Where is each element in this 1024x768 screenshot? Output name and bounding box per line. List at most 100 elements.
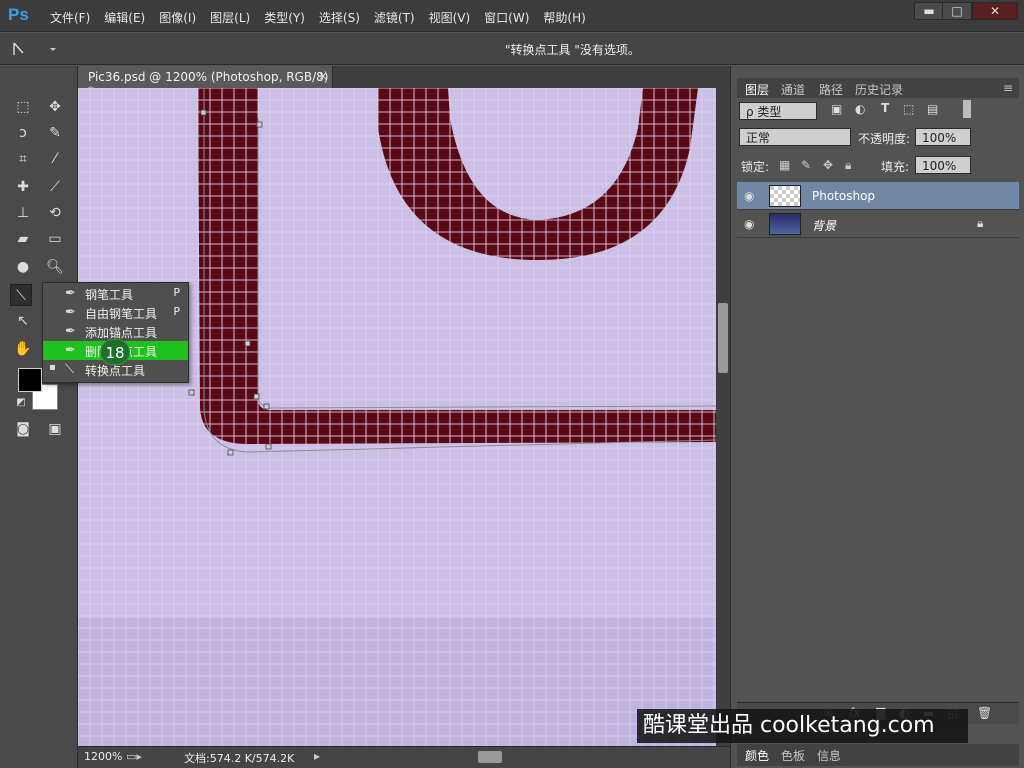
- layer-name: 背景: [812, 219, 837, 233]
- menu-select[interactable]: 选择(S): [319, 9, 360, 26]
- vertical-scrollbar[interactable]: [716, 88, 730, 746]
- clone-stamp-tool-icon[interactable]: ⊥: [12, 202, 34, 224]
- brush-tool-icon[interactable]: ⟋: [44, 176, 66, 198]
- options-message: "转换点工具 "没有选项。: [505, 43, 640, 57]
- blur-tool-icon[interactable]: ●: [12, 256, 34, 278]
- layer-row-photoshop[interactable]: ◉ Photoshop: [737, 182, 1019, 210]
- layers-panel-tabs: 图层 通道 路径 历史记录 ≡: [737, 78, 1019, 98]
- filter-adjustment-icon[interactable]: ◐: [855, 102, 865, 116]
- menu-layer[interactable]: 图层(L): [210, 9, 250, 26]
- dodge-tool-icon[interactable]: 🔍︎: [44, 256, 66, 278]
- delete-anchor-icon: ✒: [65, 343, 76, 358]
- status-bar: 1200% ▭▸ 文档:574.2 K/574.2K ▸: [78, 746, 730, 768]
- lock-all-icon[interactable]: 🔒︎: [845, 158, 851, 173]
- layer-name: Photoshop: [812, 189, 876, 203]
- flyout-label: 添加锚点工具: [85, 326, 158, 340]
- color-panel-tabs: 颜色 色板 信息: [737, 744, 1019, 766]
- status-options-icon[interactable]: ▭▸: [126, 750, 142, 763]
- menu-file[interactable]: 文件(F): [50, 9, 90, 26]
- document-tab[interactable]: Pic36.psd @ 1200% (Photoshop, RGB/8) * ×: [78, 66, 333, 98]
- opacity-field[interactable]: 100%: [915, 128, 971, 146]
- gradient-tool-icon[interactable]: ▭: [44, 228, 66, 250]
- filter-pixel-icon[interactable]: ▣: [831, 102, 842, 116]
- layer-thumbnail: [769, 213, 801, 235]
- minimize-button[interactable]: ▬: [914, 2, 944, 20]
- add-anchor-icon: ✒: [65, 324, 76, 339]
- lock-label: 锁定:: [741, 160, 770, 174]
- quick-mask-icon[interactable]: ◙: [12, 418, 34, 440]
- menu-edit[interactable]: 编辑(E): [104, 9, 145, 26]
- lock-transparent-icon[interactable]: ▦: [779, 158, 790, 172]
- right-panel-dock: 图层 通道 路径 历史记录 ≡ ρ 类型 ▣ ◐ T ⬚ ▤ 正常 不透明度: …: [730, 66, 1024, 768]
- flyout-item-pen[interactable]: ✒ 钢笔工具 P: [43, 284, 188, 303]
- marquee-tool-icon[interactable]: ⬚: [12, 96, 34, 118]
- tool-preset-picker[interactable]: [8, 39, 63, 59]
- flyout-shortcut: P: [173, 305, 180, 318]
- close-button[interactable]: ✕: [972, 2, 1018, 20]
- flyout-item-freeform-pen[interactable]: ✒ 自由钢笔工具 P: [43, 303, 188, 322]
- filter-type-icon[interactable]: T: [881, 101, 889, 115]
- menu-view[interactable]: 视图(V): [429, 9, 471, 26]
- tab-close-icon[interactable]: ×: [318, 69, 328, 83]
- tab-paths[interactable]: 路径: [819, 81, 843, 98]
- zoom-level-field[interactable]: 1200%: [84, 750, 122, 763]
- tab-swatches[interactable]: 色板: [781, 747, 805, 764]
- eraser-tool-icon[interactable]: ▰: [12, 228, 34, 250]
- visibility-eye-icon[interactable]: ◉: [744, 189, 758, 203]
- default-colors-icon[interactable]: ◩: [10, 392, 32, 414]
- status-menu-arrow-icon[interactable]: ▸: [314, 749, 320, 763]
- menu-items: 文件(F) 编辑(E) 图像(I) 图层(L) 类型(Y) 选择(S) 滤镜(T…: [50, 9, 600, 26]
- flyout-label: 钢笔工具: [85, 288, 134, 302]
- horizontal-scroll-thumb[interactable]: [478, 751, 502, 763]
- panel-menu-icon[interactable]: ≡: [1003, 81, 1013, 95]
- visibility-eye-icon[interactable]: ◉: [744, 217, 758, 231]
- filter-smart-object-icon[interactable]: ▤: [927, 102, 938, 116]
- pen-icon: ✒: [65, 286, 76, 301]
- healing-brush-tool-icon[interactable]: ✚: [12, 176, 34, 198]
- flyout-label: 自由钢笔工具: [85, 307, 158, 321]
- quick-select-tool-icon[interactable]: ✎: [44, 122, 66, 144]
- tab-color[interactable]: 颜色: [745, 747, 769, 764]
- move-tool-icon[interactable]: ✥: [44, 96, 66, 118]
- options-bar: "转换点工具 "没有选项。: [0, 33, 1024, 65]
- pen-tool-group-icon[interactable]: ⟍: [10, 284, 32, 306]
- lock-image-icon[interactable]: ✎: [801, 158, 811, 172]
- screen-mode-icon[interactable]: ▣: [44, 418, 66, 440]
- layer-lock-icon: 🔒︎: [977, 216, 984, 230]
- foreground-color-swatch[interactable]: [18, 368, 42, 392]
- opacity-label: 不透明度:: [858, 132, 911, 146]
- convert-point-icon: ⟍: [65, 362, 75, 377]
- layer-row-background[interactable]: ◉ 背景 🔒︎: [737, 210, 1019, 238]
- layer-filter-select[interactable]: ρ 类型: [739, 102, 817, 120]
- menu-image[interactable]: 图像(I): [159, 9, 196, 26]
- menu-type[interactable]: 类型(Y): [264, 9, 305, 26]
- vertical-scroll-thumb[interactable]: [718, 303, 728, 373]
- lasso-tool-icon[interactable]: ↄ: [12, 122, 34, 144]
- delete-layer-icon[interactable]: 🗑︎: [977, 706, 992, 720]
- crop-tool-icon[interactable]: ⌗: [12, 148, 34, 170]
- document-tab-bar: Pic36.psd @ 1200% (Photoshop, RGB/8) * ×: [78, 66, 730, 98]
- filter-shape-icon[interactable]: ⬚: [903, 102, 914, 116]
- path-selection-tool-icon[interactable]: ↖: [12, 310, 34, 332]
- toolbox: ⬚ ✥ ↄ ✎ ⌗ ⁄ ✚ ⟋ ⊥ ⟲ ▰ ▭ ● 🔍︎ ⟍ ↖ ✋ ◩ ◙ ▣: [0, 66, 78, 768]
- tab-channels[interactable]: 通道: [781, 81, 805, 98]
- maximize-button[interactable]: □: [942, 2, 972, 20]
- tab-history[interactable]: 历史记录: [855, 81, 903, 98]
- document-size-info: 文档:574.2 K/574.2K: [184, 752, 295, 765]
- document-canvas[interactable]: [78, 88, 716, 746]
- menu-filter[interactable]: 滤镜(T): [374, 9, 415, 26]
- filter-toggle[interactable]: [963, 100, 971, 118]
- watermark: 酷课堂出品 coolketang.com: [637, 709, 968, 743]
- lock-position-icon[interactable]: ✥: [823, 158, 833, 172]
- menu-help[interactable]: 帮助(H): [543, 9, 585, 26]
- convert-point-icon: [13, 42, 56, 55]
- hand-tool-icon[interactable]: ✋: [12, 338, 34, 360]
- history-brush-tool-icon[interactable]: ⟲: [44, 202, 66, 224]
- eyedropper-tool-icon[interactable]: ⁄: [44, 148, 66, 170]
- blend-mode-select[interactable]: 正常: [739, 128, 851, 146]
- tab-info[interactable]: 信息: [817, 747, 841, 764]
- tab-layers[interactable]: 图层: [745, 81, 769, 98]
- pen-tool-flyout: ✒ 钢笔工具 P ✒ 自由钢笔工具 P ✒ 添加锚点工具 ✒ 删除锚点工具 ▪ …: [42, 282, 189, 383]
- menu-window[interactable]: 窗口(W): [484, 9, 529, 26]
- fill-field[interactable]: 100%: [915, 156, 971, 174]
